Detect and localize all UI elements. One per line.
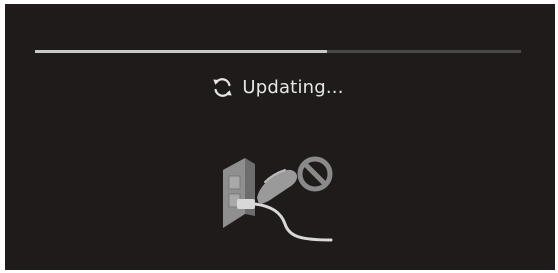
update-screen: Updating... [5,4,555,270]
update-progress-fill [35,50,327,53]
do-not-unplug-power-cord-icon [219,152,345,244]
update-progress-bar [35,50,521,53]
sync-refresh-icon [211,76,234,99]
status-text: Updating... [242,76,344,98]
update-status: Updating... [5,72,555,102]
